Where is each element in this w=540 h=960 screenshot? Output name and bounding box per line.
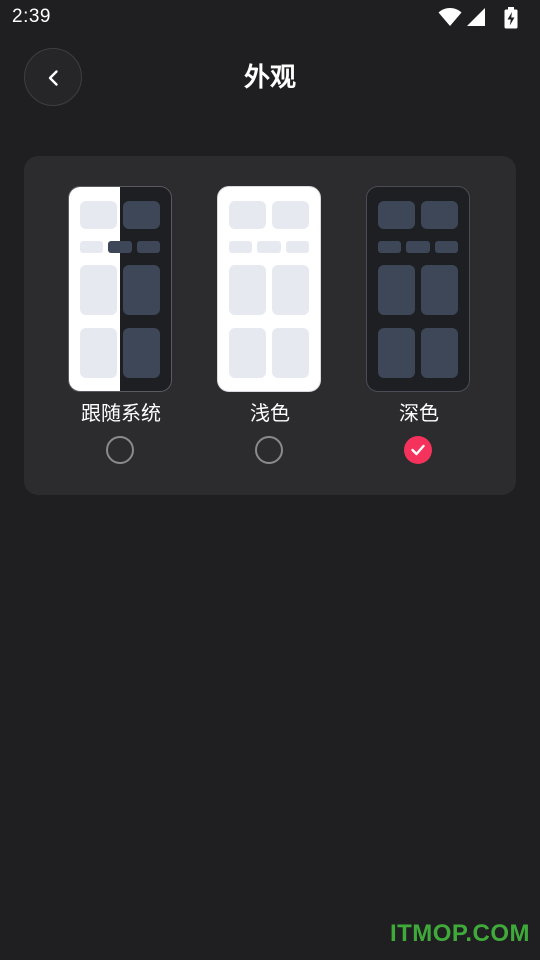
follow-system-preview: [68, 186, 172, 392]
theme-option-label: 跟随系统: [81, 401, 161, 425]
page-title: 外观: [243, 63, 296, 93]
dark-theme-preview: [366, 186, 470, 392]
theme-option-follow-system[interactable]: 跟随系统: [61, 186, 181, 476]
radio-button-unchecked[interactable]: [255, 436, 283, 464]
appearance-options-card: 跟随系统 浅色 深色: [24, 156, 516, 495]
watermark: ITMOP.COM: [389, 920, 530, 947]
status-time: 2:39: [12, 6, 51, 27]
battery-charging-icon: [504, 7, 518, 29]
theme-option-label: 深色: [399, 401, 439, 425]
checkmark-icon: [411, 444, 425, 456]
theme-option-light[interactable]: 浅色: [210, 186, 330, 476]
light-theme-preview: [217, 186, 321, 392]
status-bar: 2:39: [0, 0, 540, 36]
theme-option-label: 浅色: [250, 401, 290, 425]
wifi-icon: [438, 8, 462, 26]
radio-button-unchecked[interactable]: [106, 436, 134, 464]
theme-option-dark[interactable]: 深色: [359, 186, 479, 476]
cellular-signal-icon: [467, 8, 485, 26]
radio-button-checked[interactable]: [404, 436, 432, 464]
